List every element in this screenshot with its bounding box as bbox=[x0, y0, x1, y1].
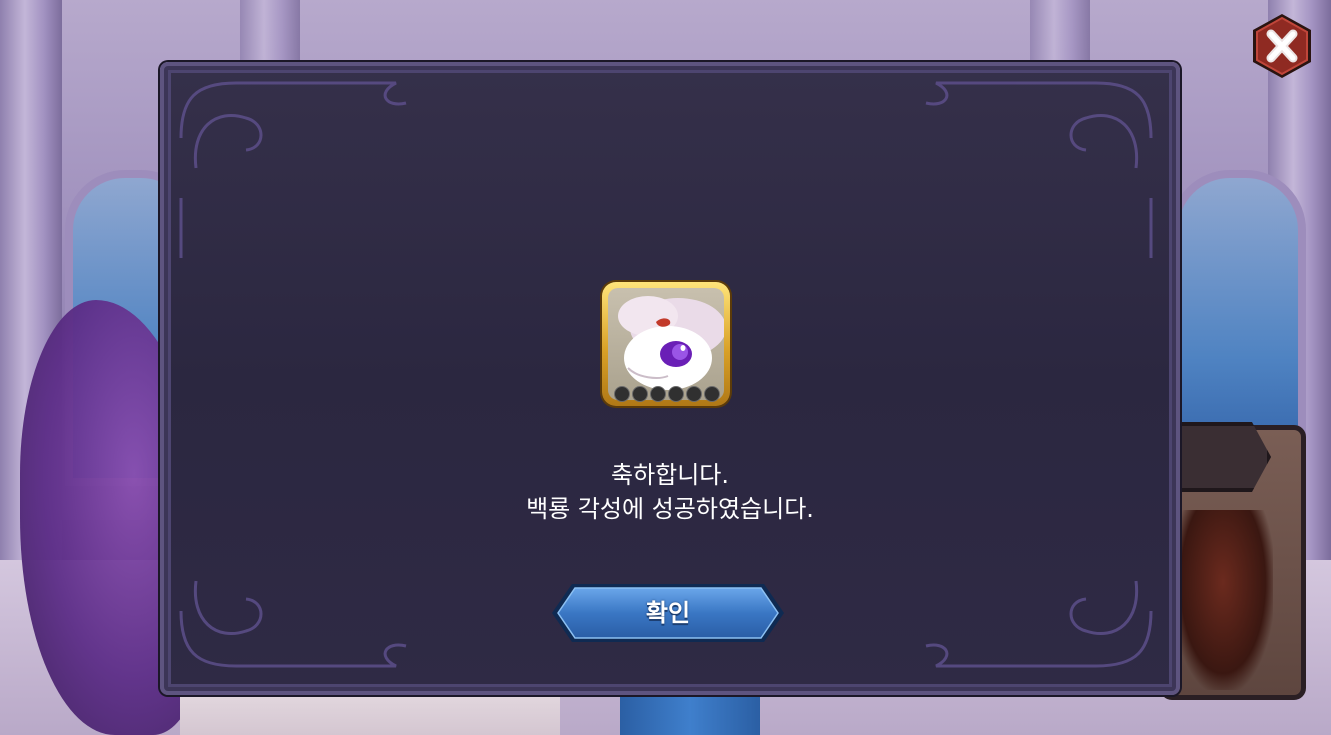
close-x-icon bbox=[1253, 14, 1311, 78]
message-line-result: 백룡 각성에 성공하였습니다. bbox=[526, 495, 814, 523]
close-button[interactable] bbox=[1249, 12, 1315, 80]
character-card bbox=[1160, 422, 1306, 700]
empty-star-slot bbox=[668, 386, 684, 402]
confirm-label: 확인 bbox=[645, 599, 691, 627]
message-line-congrats: 축하합니다. bbox=[610, 461, 730, 489]
dragon-art bbox=[618, 296, 724, 390]
empty-star-slot bbox=[704, 386, 720, 402]
awakening-result-dialog: 축하합니다. 백룡 각성에 성공하였습니다. 확인 bbox=[160, 62, 1180, 695]
dragon-portrait bbox=[608, 288, 724, 400]
empty-star-slot bbox=[686, 386, 702, 402]
star-slots bbox=[614, 386, 720, 402]
result-message: 축하합니다. 백룡 각성에 성공하였습니다. bbox=[164, 458, 1176, 526]
card-ribbon bbox=[1165, 422, 1271, 492]
empty-star-slot bbox=[614, 386, 630, 402]
monster-portrait bbox=[1173, 510, 1273, 690]
empty-star-slot bbox=[632, 386, 648, 402]
confirm-button[interactable]: 확인 bbox=[550, 582, 786, 644]
empty-star-slot bbox=[650, 386, 666, 402]
white-dragon-portrait-icon bbox=[602, 282, 730, 406]
blue-carpet bbox=[620, 690, 760, 735]
